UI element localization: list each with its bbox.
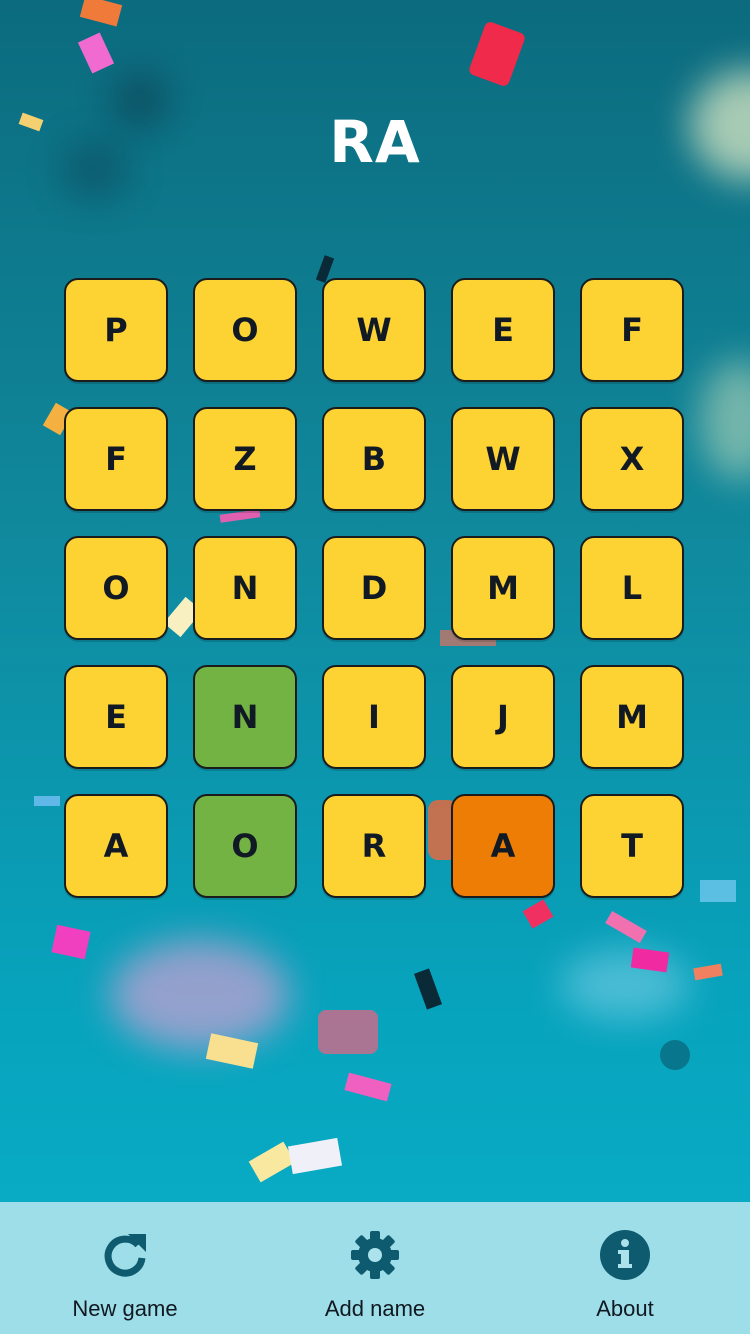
letter-tile[interactable]: M [451,536,555,640]
tile-letter: N [231,569,259,607]
letter-tile[interactable]: D [322,536,426,640]
refresh-icon [104,1234,146,1277]
tile-letter: E [492,311,514,349]
game-screen: RA POWEFFZBWXONDMLENIJMAORAT New game Ad… [0,0,750,1334]
tile-letter: F [621,311,643,349]
letter-tile[interactable]: N [193,665,297,769]
target-word-title: RA [329,108,421,176]
letter-tile[interactable]: Z [193,407,297,511]
bottom-nav-bar: New game Add name About [0,1202,750,1334]
tile-letter: A [103,827,129,865]
letter-tile[interactable]: P [64,278,168,382]
about-label: About [596,1296,654,1321]
letter-tile[interactable]: I [322,665,426,769]
letter-grid: P O W E F F Z B W X O N D M L E N I J M A O R A T [64,278,688,898]
tile-letter: Z [233,440,257,478]
letter-tile[interactable]: O [193,794,297,898]
letter-tile[interactable]: W [322,278,426,382]
info-icon [600,1230,650,1280]
tile-letter: O [231,311,259,349]
tile-letter: A [490,827,516,865]
tile-letter: T [621,827,643,865]
letter-tile[interactable]: T [580,794,684,898]
letter-tile[interactable]: E [451,278,555,382]
letter-tile[interactable]: B [322,407,426,511]
tile-letter: P [104,311,128,349]
tile-letter: W [356,311,392,349]
gear-icon [351,1231,399,1279]
tile-letter: E [105,698,127,736]
tile-letter: B [361,440,387,478]
tile-letter: N [231,698,259,736]
letter-tile[interactable]: W [451,407,555,511]
new-game-label: New game [72,1296,178,1321]
tile-letter: O [102,569,130,607]
letter-tile[interactable]: X [580,407,684,511]
new-game-button[interactable]: New game [0,1202,250,1334]
tile-letter: F [105,440,127,478]
tile-letter: M [616,698,648,736]
tile-letter: D [360,569,388,607]
tile-letter: I [368,698,380,736]
letter-tile[interactable]: N [193,536,297,640]
add-name-label: Add name [324,1296,426,1321]
tile-letter: L [621,569,643,607]
letter-tile[interactable]: R [322,794,426,898]
tile-letter: J [497,698,509,736]
tile-letter: X [619,440,645,478]
letter-tile[interactable]: O [193,278,297,382]
about-button[interactable]: About [500,1202,750,1334]
tile-letter: O [231,827,259,865]
letter-tile[interactable]: E [64,665,168,769]
letter-tile[interactable]: F [580,278,684,382]
letter-tile[interactable]: A [451,794,555,898]
tile-letter: R [361,827,387,865]
letter-tile[interactable]: F [64,407,168,511]
letter-tile[interactable]: A [64,794,168,898]
letter-tile[interactable]: O [64,536,168,640]
letter-tile[interactable]: J [451,665,555,769]
add-name-button[interactable]: Add name [250,1202,500,1334]
letter-tile[interactable]: M [580,665,684,769]
tile-letter: M [487,569,519,607]
letter-tile[interactable]: L [580,536,684,640]
tile-letter: W [485,440,521,478]
